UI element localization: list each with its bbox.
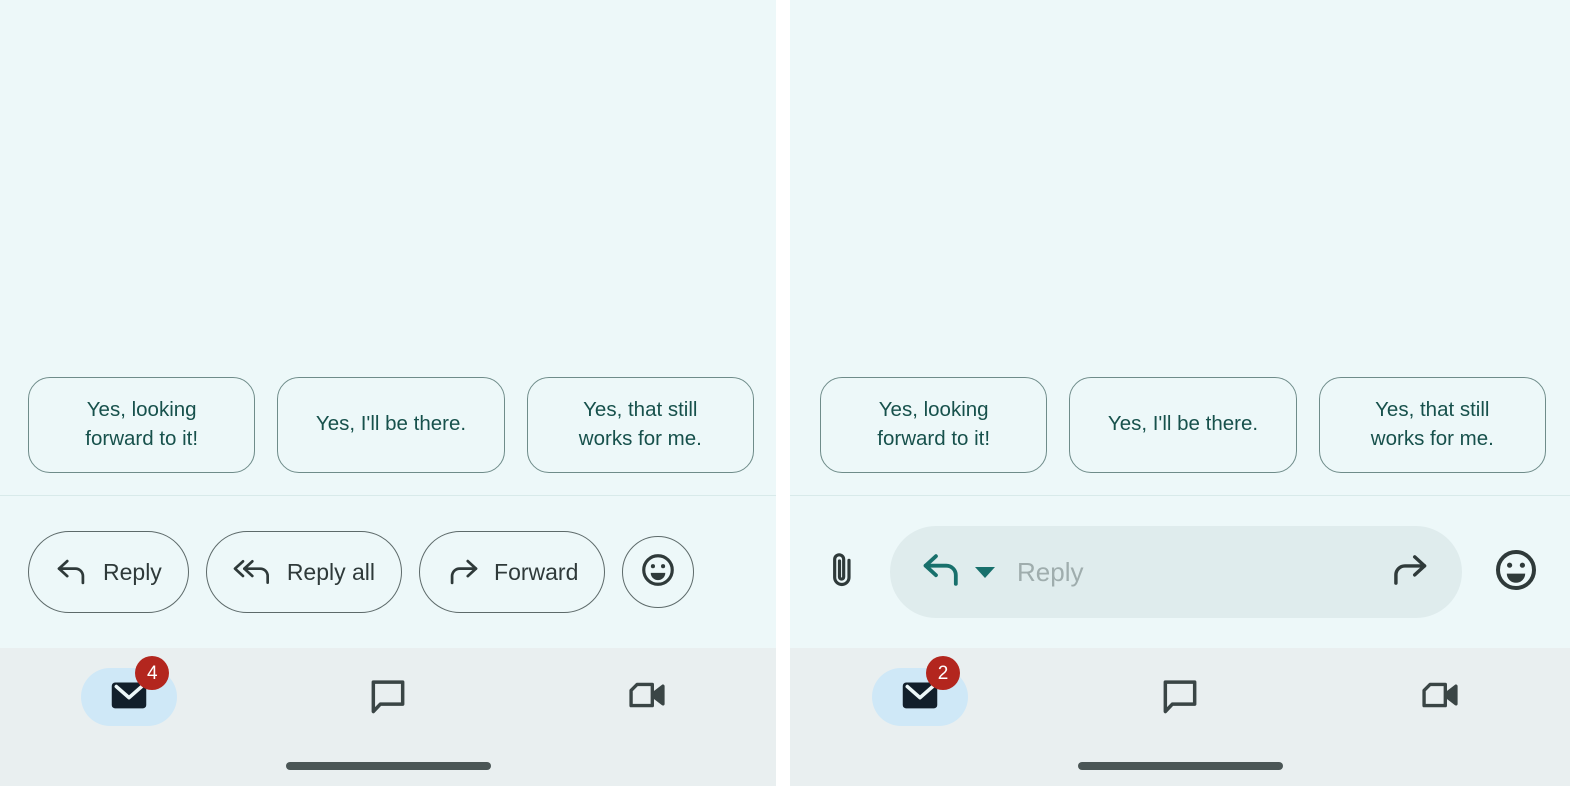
nav-pill-chat — [340, 668, 436, 726]
smart-reply-chip-1[interactable]: Yes, looking forward to it! — [28, 376, 256, 473]
reply-arrow-icon — [55, 557, 89, 587]
nav-item-mail[interactable]: 2 — [790, 648, 1050, 746]
left-phone-screen: Yes, looking forward to it! Yes, I'll be… — [0, 0, 776, 786]
message-body-area-right — [790, 0, 1570, 355]
bottom-navigation-right: 2 — [790, 648, 1570, 786]
nav-item-meet[interactable] — [517, 648, 776, 746]
home-indicator[interactable] — [1077, 762, 1283, 770]
reply-placeholder-text: Reply — [1017, 556, 1084, 587]
smart-reply-chip-3[interactable]: Yes, that still works for me. — [1318, 376, 1546, 473]
nav-item-chat[interactable] — [1050, 648, 1310, 746]
mail-unread-badge: 4 — [135, 656, 170, 690]
emoji-smiley-icon — [639, 551, 677, 594]
bottom-nav-items: 4 — [0, 648, 776, 746]
nav-pill-meet — [599, 668, 695, 726]
smart-reply-chip-3[interactable]: Yes, that still works for me. — [526, 376, 754, 473]
forward-button-label: Forward — [494, 558, 579, 585]
reply-all-button-label: Reply all — [286, 558, 376, 585]
chat-bubble-icon — [366, 673, 410, 722]
home-indicator-wrap — [790, 746, 1570, 786]
send-forward-button[interactable] — [1382, 545, 1436, 599]
video-camera-icon — [624, 672, 670, 723]
emoji-smiley-icon — [1492, 546, 1540, 599]
screenshot-root: Yes, looking forward to it! Yes, I'll be… — [0, 0, 1570, 786]
message-action-bar: Reply Reply all Forward — [0, 496, 776, 648]
home-indicator[interactable] — [285, 762, 491, 770]
reply-all-button[interactable]: Reply all — [205, 531, 403, 613]
paperclip-icon — [826, 550, 860, 595]
smart-reply-row-left: Yes, looking forward to it! Yes, I'll be… — [0, 354, 776, 495]
video-camera-icon — [1417, 672, 1463, 723]
reply-button-label: Reply — [103, 558, 162, 585]
reply-all-arrow-icon — [233, 557, 273, 587]
message-body-area — [0, 0, 776, 355]
emoji-reaction-button[interactable] — [622, 536, 695, 608]
panel-gap — [776, 0, 790, 786]
smart-reply-chip-2[interactable]: Yes, I'll be there. — [277, 376, 505, 473]
nav-item-meet[interactable] — [1310, 648, 1570, 746]
home-indicator-wrap — [0, 746, 776, 786]
mail-unread-badge: 2 — [926, 656, 960, 690]
nav-pill-mail: 4 — [81, 656, 178, 726]
reply-arrow-icon — [920, 551, 964, 594]
nav-pill-meet — [1392, 668, 1488, 726]
smart-reply-chip-2[interactable]: Yes, I'll be there. — [1069, 376, 1297, 473]
chevron-down-icon — [975, 566, 995, 578]
emoji-reaction-button[interactable] — [1486, 542, 1546, 602]
bottom-navigation-left: 4 — [0, 648, 776, 786]
nav-pill-chat — [1132, 668, 1228, 726]
right-phone-screen: Yes, looking forward to it! Yes, I'll be… — [790, 0, 1570, 786]
inline-reply-composer-bar: Reply — [790, 496, 1570, 648]
smart-reply-chip-1[interactable]: Yes, looking forward to it! — [820, 376, 1048, 473]
smart-reply-row-right: Yes, looking forward to it! Yes, I'll be… — [790, 354, 1570, 495]
bottom-nav-items: 2 — [790, 648, 1570, 746]
reply-input-field[interactable]: Reply — [890, 526, 1462, 618]
forward-arrow-icon — [1388, 552, 1430, 593]
forward-arrow-icon — [446, 557, 480, 587]
chat-bubble-icon — [1158, 673, 1202, 722]
attach-file-button[interactable] — [820, 543, 866, 601]
nav-pill-mail: 2 — [872, 656, 968, 726]
nav-item-chat[interactable] — [259, 648, 518, 746]
forward-button[interactable]: Forward — [419, 531, 606, 613]
reply-button[interactable]: Reply — [28, 531, 189, 613]
nav-item-mail[interactable]: 4 — [0, 648, 259, 746]
reply-mode-selector[interactable] — [920, 551, 995, 594]
